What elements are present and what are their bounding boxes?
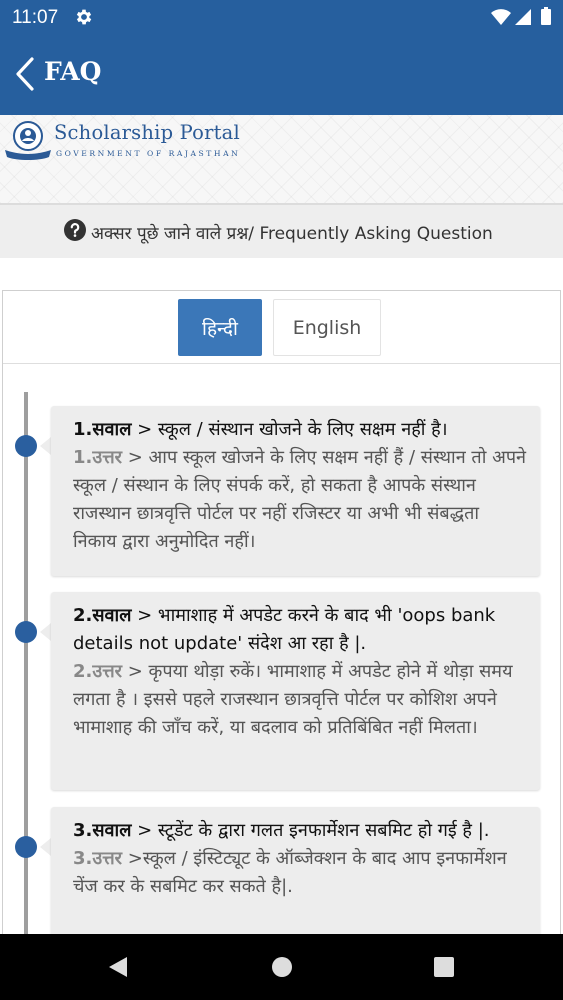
faq-answer: 3.उत्तर >स्कूल / इंस्टिट्यूट के ऑब्जेक्श… [73,845,528,901]
card-pointer [40,838,51,856]
faq-question: 2.सवाल > भामाशाह में अपडेट करने के बाद भ… [73,602,528,658]
tab-hindi[interactable]: हिन्दी [178,299,262,356]
question-circle-icon [64,219,86,241]
timeline-dot [15,435,37,457]
faq-answer-number: 2.उत्तर [73,661,123,682]
faq-question-text: > स्कूल / संस्थान खोजने के लिए सक्षम नही… [131,419,448,440]
card-pointer [40,437,51,455]
faq-answer-text: >स्कूल / इंस्टिट्यूट के ऑब्जेक्शन के बाद… [73,848,507,897]
faq-answer-text: > कृपया थोड़ा रुकें। भामाशाह में अपडेट ह… [73,661,513,738]
logo-title: Scholarship Portal [54,121,240,144]
status-time: 11:07 [12,7,59,28]
faq-question-number: 3.सवाल [73,820,132,841]
scholarship-seal-logo [5,121,51,160]
card-pointer [40,623,51,641]
nav-home-icon[interactable] [271,956,293,978]
chevron-left-icon[interactable] [12,56,38,92]
faq-heading: अक्सर पूछे जाने वाले प्रश्न/ Frequently … [91,224,493,244]
faq-question: 3.सवाल > स्टूडेंट के द्वारा गलत इनफार्मे… [73,817,528,845]
faq-card: 2.सवाल > भामाशाह में अपडेट करने के बाद भ… [51,592,540,790]
signal-icon [515,9,531,25]
app-header: 11:07 FAQ [0,0,563,115]
faq-answer-number: 1.उत्तर [73,447,123,468]
timeline-line [24,392,28,952]
faq-question: 1.सवाल > स्कूल / संस्थान खोजने के लिए सक… [73,416,528,444]
nav-back-icon[interactable] [107,956,129,978]
wifi-icon [491,9,511,25]
battery-icon [541,7,551,25]
timeline-dot [15,836,37,858]
logo-subtitle: GOVERNMENT OF RAJASTHAN [56,149,241,158]
timeline-dot [15,621,37,643]
page-title: FAQ [44,57,102,86]
gear-icon [76,9,92,25]
divider [3,363,560,364]
status-bar: 11:07 [0,0,563,34]
faq-question-number: 2.सवाल [73,605,132,626]
faq-answer: 2.उत्तर > कृपया थोड़ा रुकें। भामाशाह में… [73,658,528,742]
tab-english[interactable]: English [273,299,381,356]
faq-question-text: > भामाशाह में अपडेट करने के बाद भी 'oops… [73,605,496,654]
faq-question-number: 1.सवाल [73,419,132,440]
faq-answer: 1.उत्तर > आप स्कूल खोजने के लिए सक्षम नह… [73,444,528,556]
faq-answer-text: > आप स्कूल खोजने के लिए सक्षम नहीं हैं /… [73,447,527,552]
faq-card: 1.सवाल > स्कूल / संस्थान खोजने के लिए सक… [51,406,540,576]
nav-recents-icon[interactable] [433,956,455,978]
faq-card: 3.सवाल > स्टूडेंट के द्वारा गलत इनफार्मे… [51,807,540,947]
faq-question-text: > स्टूडेंट के द्वारा गलत इनफार्मेशन सबमि… [131,820,490,841]
faq-answer-number: 3.उत्तर [73,848,123,869]
